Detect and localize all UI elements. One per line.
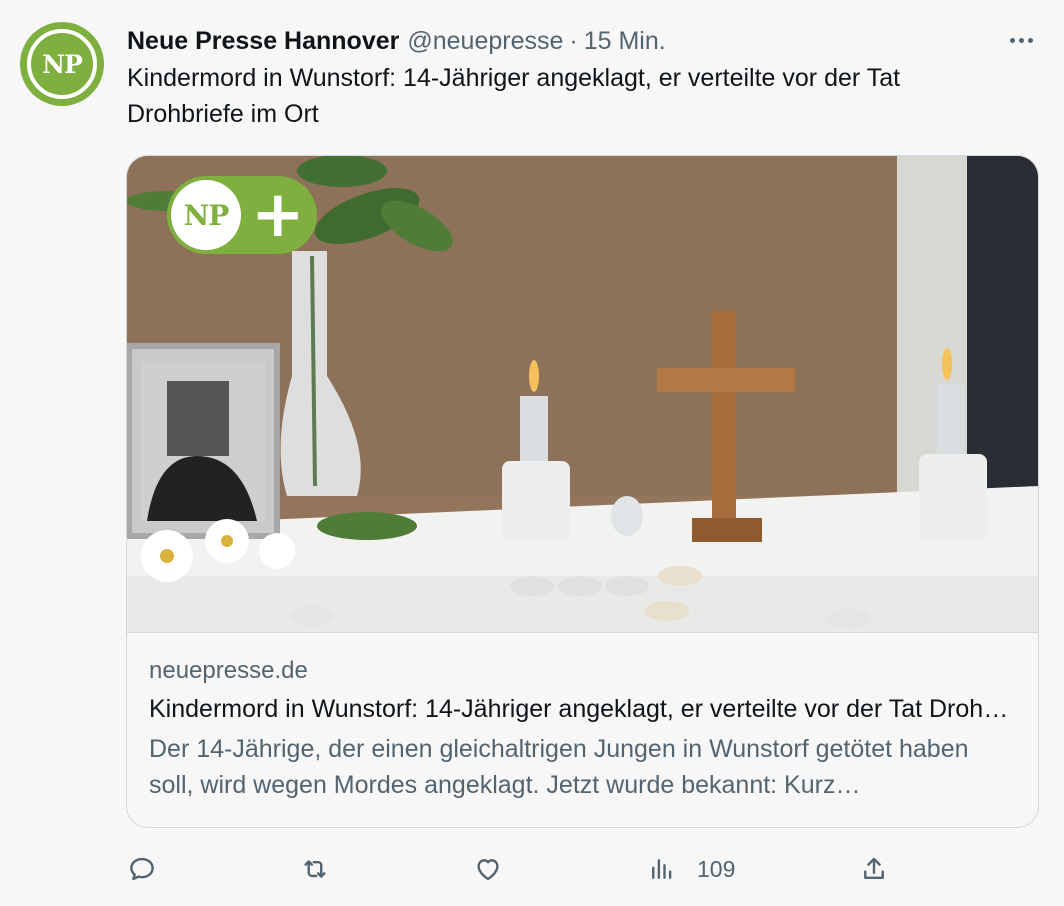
link-card[interactable]: NP + neuepresse.de Kindermord in Wunstor… xyxy=(126,155,1039,828)
retweet-icon xyxy=(304,860,326,878)
np-badge-logo: NP xyxy=(171,180,241,250)
like-button[interactable] xyxy=(473,848,503,890)
share-button[interactable] xyxy=(859,848,889,890)
card-title: Kindermord in Wunstorf: 14-Jähriger ange… xyxy=(149,695,1017,723)
avatar[interactable]: NP xyxy=(20,22,104,106)
card-domain: neuepresse.de xyxy=(149,657,308,684)
analytics-icon xyxy=(652,859,672,879)
separator-dot: · xyxy=(569,26,578,55)
views-button[interactable]: 109 xyxy=(647,848,735,890)
author-handle[interactable]: @neuepresse xyxy=(407,27,563,56)
views-count: 109 xyxy=(697,855,736,882)
tweet-text: Kindermord in Wunstorf: 14-Jähriger ange… xyxy=(127,64,901,128)
reply-icon xyxy=(130,857,154,881)
np-plus-badge: NP + xyxy=(167,176,317,254)
plus-icon: + xyxy=(251,178,305,252)
more-options-icon[interactable] xyxy=(1002,28,1040,52)
tweet[interactable]: NP Neue Presse Hannover @neuepresse · 15… xyxy=(0,0,1064,906)
tweet-header: Neue Presse Hannover @neuepresse · 15 Mi… xyxy=(127,24,666,58)
card-description: Der 14-Jährige, der einen gleichaltrigen… xyxy=(149,735,969,799)
card-image[interactable]: NP + xyxy=(127,156,1038,632)
reply-button[interactable] xyxy=(127,848,157,890)
timestamp[interactable]: 15 Min. xyxy=(584,27,666,56)
author-name[interactable]: Neue Presse Hannover xyxy=(127,27,399,56)
card-body[interactable]: neuepresse.de Kindermord in Wunstorf: 14… xyxy=(127,632,1038,827)
share-icon xyxy=(864,857,884,879)
heart-icon xyxy=(477,859,499,881)
retweet-button[interactable] xyxy=(300,848,330,890)
tweet-actions: 109 xyxy=(127,848,907,890)
avatar-logo: NP xyxy=(27,29,97,99)
